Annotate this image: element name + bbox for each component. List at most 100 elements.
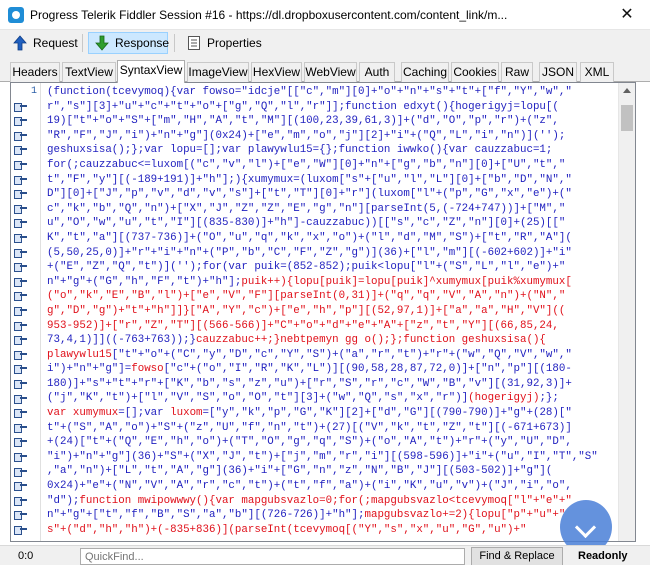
code-token: +(24)["t"+("Q","E","h","o")+("T","O","g"… [47,436,572,449]
line-wrap-icon [14,350,28,360]
line-wrap-icon [14,335,28,346]
cursor-position: 0:0 [18,550,34,562]
code-token: g","D","g")+"t"+"h"]]}["A","Y","c")+["e"… [47,304,566,317]
code-line: var xumymux=[];var luxom=["y","k","p","G… [47,406,617,421]
response-button[interactable]: Response [88,32,169,54]
syntax-editor[interactable]: 1 (function(tcevymoq){var fowso="idcje"[… [10,82,636,542]
code-line: c","k","b","Q","n")+["X","J","Z","Z","E"… [47,202,617,217]
code-line: g","D","g")+"t"+"h"]]}["A","Y","c")+["e"… [47,304,617,319]
line-wrap-icon [14,423,28,433]
code-token: "R","F","J","i")+"n"+"g"](0x24)+["e","m"… [47,129,566,142]
readonly-indicator: Readonly [578,550,628,562]
line-wrap-icon [14,131,28,141]
tab-imageview[interactable]: ImageView [187,62,249,82]
code-token: "i")+"n"+"g"](36)+"S"+("X","J","t")+["j"… [47,450,598,463]
code-line: ,"a","n")+["L","t","A","g"](36)+"i"+["G"… [47,464,617,479]
properties-button[interactable]: Properties [180,32,264,54]
line-wrap-icon [14,175,28,185]
line-wrap-icon [14,481,28,492]
code-line: n"+"g"+("G","h","F","t")+"h"];puik++){lo… [47,275,617,290]
code-line: +("E","Z","Q","t")]('');for(var puik=(85… [47,260,617,275]
properties-icon [188,36,200,50]
tab-headers[interactable]: Headers [10,62,60,82]
code-token: function mwipowwwy(){var mapgubsvazlo=0;… [79,494,572,507]
code-token: (5,50,25,0)]+"r"+"i"+"n"+("P","b","C","F… [47,246,572,259]
quickfind-input[interactable] [80,548,465,565]
line-wrap-icon [14,291,28,302]
code-token: t","F","y"][(-189+191)]+"h"];){xumymux=(… [47,173,572,186]
line-wrap-icon [14,189,28,200]
properties-button-label: Properties [207,36,262,50]
tab-hexview[interactable]: HexView [251,62,302,82]
code-line: plawywlu15["t"+"o"+("C","y","D","c","Y",… [47,348,617,363]
code-line: 180)]+"s"+"t"+"r"+["K","b","s","z","u")+… [47,377,617,392]
tab-textview[interactable]: TextView [62,62,116,82]
line-wrap-icon [14,437,28,448]
code-token: ;}; [539,392,559,405]
code-line: r","s"][3]+"u"+"c"+"t"+"o"+["g","Q","l",… [47,100,617,115]
code-line: "d");function mwipowwwy(){var mapgubsvaz… [47,494,617,509]
code-token: =["y","k","p","G","K"][2]+["d","G"][(790… [202,407,572,420]
tab-auth[interactable]: Auth [359,62,395,82]
request-button[interactable]: Request [6,32,78,54]
line-wrap-icon [14,262,28,273]
fiddler-app-icon [8,7,24,23]
close-button[interactable]: ✕ [604,0,650,30]
code-token: fowso [131,363,164,376]
line-wrap-icon [14,408,28,419]
code-token: mapgubsvazlo+=2){lopu["p"+"u"+" [364,509,566,522]
line-number: 1 [30,86,37,97]
code-line: "R","F","J","i")+"n"+"g"](0x24)+["e","m"… [47,129,617,144]
code-line: 953-952)]+["r","Z","T"][(566-566)]+"C"+"… [47,319,617,334]
code-token: ("o","k","E","B","l")+["e","V","F"][pars… [47,290,566,303]
tab-caching[interactable]: Caching [401,62,449,82]
scroll-up-arrow-icon[interactable] [623,88,631,93]
line-wrap-icon [14,467,28,477]
tab-json[interactable]: JSON [539,62,577,82]
line-wrap-icon [14,364,28,375]
code-token: u","O","w","u","t","I"][(835-830)]+"h"]-… [47,217,566,230]
title-bar: Progress Telerik Fiddler Session #16 - h… [0,0,650,30]
vertical-scrollbar[interactable] [618,83,635,541]
code-token: "d"); [47,494,80,507]
line-wrap-icon [14,233,28,243]
response-inspector-tabs: Headers TextView SyntaxView ImageView He… [0,56,650,83]
code-token: 19)["t"+"o"+"S"+["m","H","A","t","M"][(1… [47,115,559,128]
code-token: 953-952)]+["r","Z","T"][(566-566)]+"C"+"… [47,319,559,332]
toolbar-divider [82,34,83,52]
code-token: geshuxsisa();};var lopu=[];var plawywlu1… [47,144,553,157]
code-token: t"+("S","A","o")+"S"+("z","U","f","n","t… [47,421,572,434]
inspector-toolbar: Request Response Properties [0,30,650,56]
code-token: 0x24)+"e"+("N","V","A","r","c","t")+("t"… [47,480,572,493]
code-token: 73,4,1)]]((-763+763));} [47,334,197,347]
code-token: ,"a","n")+["L","t","A","g"](36)+"i"+["G"… [47,465,553,478]
code-token: cauzzabuc++;}nebtpemyn gg o();};function… [196,334,546,347]
find-replace-button[interactable]: Find & Replace [471,547,563,565]
code-line: 0x24)+"e"+("N","V","A","r","c","t")+("t"… [47,479,617,494]
tab-xml[interactable]: XML [580,62,614,82]
line-wrap-icon [14,116,28,127]
code-content[interactable]: (function(tcevymoq){var fowso="idcje"[["… [47,85,617,541]
line-wrap-icon [14,145,28,156]
tab-cookies[interactable]: Cookies [451,62,499,82]
line-wrap-icon [14,160,28,170]
code-line: K","t","a"][(737-736)]+("O","u","q","k",… [47,231,617,246]
code-line: +(24)["t"+("Q","E","h","o")+("T","O","g"… [47,435,617,450]
line-wrap-icon [14,248,28,258]
line-wrap-icon [14,277,28,287]
tab-webview[interactable]: WebView [304,62,357,82]
code-token: c","k","b","Q","n")+["X","J","Z","Z","E"… [47,202,566,215]
code-token: puik++){lopu[puik]=lopu[puik]^xumymux[pu… [241,275,572,288]
code-token: s"+("d","h","h")+(-835+836)](parseInt(tc… [47,523,527,536]
code-line: n"+"g"+["t","f","B","S","a","b"][(726-72… [47,508,617,523]
code-token: luxom [170,407,203,420]
code-token: var xumymux [47,407,119,420]
tab-syntaxview[interactable]: SyntaxView [117,60,185,83]
code-token: for(;cauzzabuc<=luxom[("c","v","l")+["e"… [47,158,566,171]
tab-raw[interactable]: Raw [501,62,533,82]
status-bar: 0:0 Find & Replace Readonly [0,545,650,565]
arrow-down-icon [95,35,109,51]
scroll-thumb[interactable] [621,105,633,131]
code-token: +("E","Z","Q","t")]('');for(var puik=(85… [47,261,566,274]
code-token: n"+"g"+["t","f","B","S","a","b"][(726-72… [47,509,365,522]
